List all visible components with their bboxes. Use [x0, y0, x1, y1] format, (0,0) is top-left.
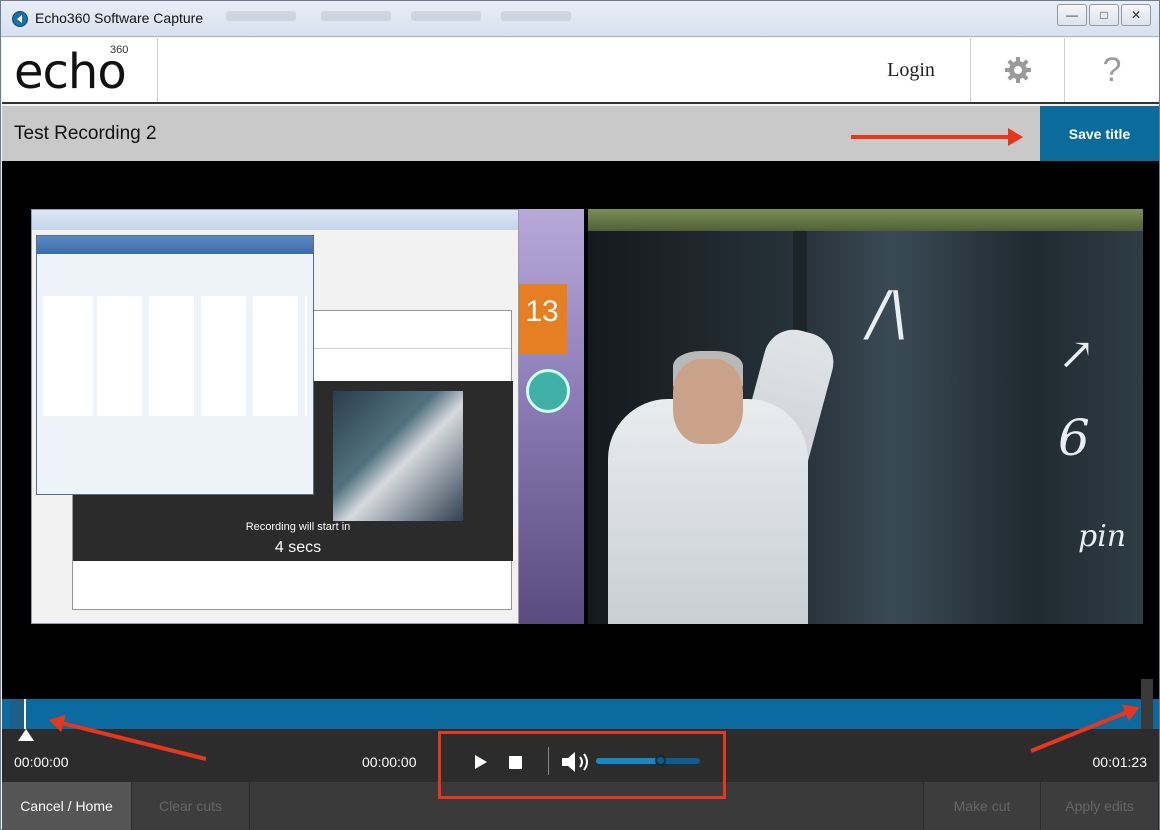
make-cut-button[interactable]: Make cut: [923, 782, 1041, 830]
background-blur: [411, 11, 481, 21]
background-blur: [321, 11, 391, 21]
gear-icon: [1004, 57, 1031, 83]
timeline-start-handle[interactable]: [10, 699, 24, 729]
apply-edits-button[interactable]: Apply edits: [1041, 782, 1159, 830]
timeline-track[interactable]: [2, 679, 1159, 729]
app-window: Echo360 Software Capture — □ ✕ echo 360 …: [0, 0, 1160, 830]
close-button[interactable]: ✕: [1121, 4, 1151, 26]
annotation-highlight-controls: [438, 731, 726, 799]
save-as-dialog: [36, 235, 314, 495]
snipping-tool-window: Recording will start in 4 secs: [31, 209, 519, 624]
background-blur: [226, 11, 296, 21]
playhead-icon[interactable]: [18, 729, 34, 741]
minimize-button[interactable]: —: [1057, 4, 1087, 26]
screen-capture-thumbnail[interactable]: 13 Recording will start in 4 secs: [31, 209, 584, 624]
save-title-button[interactable]: Save title: [1040, 106, 1159, 161]
echo360-app-icon: [12, 11, 28, 27]
cancel-home-button[interactable]: Cancel / Home: [2, 782, 132, 830]
clear-cuts-button[interactable]: Clear cuts: [132, 782, 250, 830]
recording-title-bar: Test Recording 2 Save title: [2, 106, 1159, 161]
camera-capture-thumbnail[interactable]: /\ ↗ 6 pin: [588, 209, 1143, 624]
logo-text: echo: [14, 44, 127, 100]
countdown-value: 4 secs: [274, 539, 322, 556]
logo-superscript: 360: [110, 44, 129, 56]
desktop-gadget: [526, 369, 570, 413]
recording-title-input[interactable]: Test Recording 2: [14, 123, 157, 145]
window-title: Echo360 Software Capture: [35, 10, 204, 26]
annotation-arrow-save-title: [851, 128, 1023, 146]
video-preview: 13 Recording will start in 4 secs /\ ↗ 6…: [2, 161, 1159, 699]
login-button[interactable]: Login: [852, 38, 970, 102]
app-header: echo 360 Login ?: [2, 38, 1159, 104]
desktop-wallpaper: [511, 209, 584, 624]
title-bar: Echo360 Software Capture — □ ✕: [1, 1, 1159, 37]
current-time: 00:00:00: [362, 754, 417, 770]
end-time: 00:01:23: [1092, 754, 1148, 770]
timeline-end-handle[interactable]: [1141, 679, 1153, 729]
help-button[interactable]: ?: [1064, 38, 1159, 102]
maximize-button[interactable]: □: [1089, 4, 1119, 26]
calendar-gadget: 13: [517, 284, 567, 354]
timeline-marker: [24, 699, 26, 729]
calendar-day: 13: [525, 295, 559, 328]
start-time: 00:00:00: [14, 754, 69, 770]
background-blur: [501, 11, 571, 21]
settings-button[interactable]: [970, 38, 1064, 102]
countdown-label: Recording will start in: [245, 521, 351, 533]
echo360-logo: echo 360: [2, 38, 158, 102]
nested-camera-image: [333, 391, 463, 521]
